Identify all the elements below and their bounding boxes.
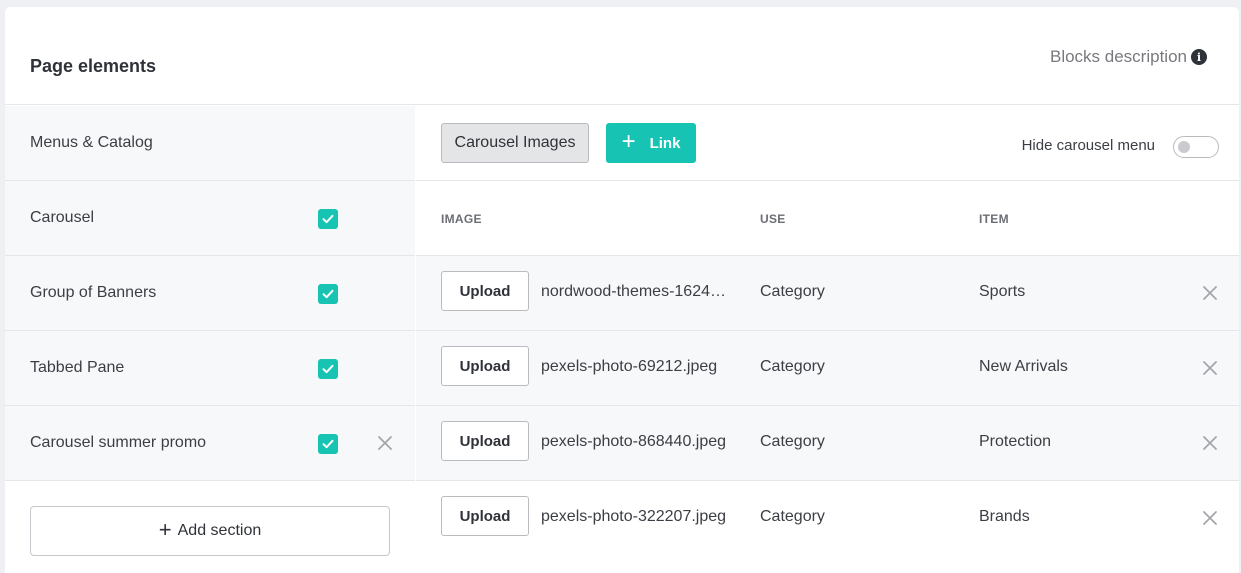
image-filename: pexels-photo-868440.jpeg (541, 433, 727, 450)
sidebar-item-menus-catalog[interactable]: Menus & Catalog (5, 106, 415, 181)
page-title: Page elements (30, 56, 157, 76)
table-row: Upload pexels-photo-868440.jpeg Category… (416, 406, 1239, 481)
section-checkbox[interactable] (318, 359, 338, 379)
close-icon[interactable] (376, 434, 394, 452)
table-row: Upload pexels-photo-69212.jpeg Category … (416, 331, 1239, 406)
sidebar-item-label: Group of Banners (30, 284, 157, 301)
sections-sidebar: Menus & Catalog Carousel Group of Banner… (5, 106, 415, 573)
column-header-use: USE (760, 212, 786, 226)
check-icon (322, 289, 334, 299)
item-value: Sports (979, 283, 1026, 300)
section-checkbox[interactable] (318, 434, 338, 454)
table-row: Upload pexels-photo-322207.jpeg Category… (416, 481, 1239, 556)
section-checkbox[interactable] (318, 209, 338, 229)
hide-carousel-menu-label: Hide carousel menu (1021, 137, 1155, 154)
hide-carousel-menu-toggle[interactable] (1173, 136, 1219, 158)
upload-button[interactable]: Upload (441, 346, 529, 386)
close-icon[interactable] (1201, 509, 1219, 527)
add-section-area: + Add section (5, 481, 415, 573)
close-icon[interactable] (1201, 284, 1219, 302)
section-checkbox[interactable] (318, 284, 338, 304)
blocks-description-link[interactable]: Blocks description i (1050, 47, 1207, 67)
sidebar-item-group-of-banners[interactable]: Group of Banners (5, 256, 415, 331)
image-filename: nordwood-themes-1624… (541, 283, 726, 300)
carousel-toolbar: Carousel Images + Link Hide carousel men… (416, 106, 1239, 181)
plus-icon: + (621, 128, 636, 155)
table-header: IMAGE USE ITEM (416, 181, 1239, 256)
card-header: Page elements Blocks description i (5, 7, 1239, 105)
carousel-images-button[interactable]: Carousel Images (441, 123, 589, 163)
carousel-editor: Carousel Images + Link Hide carousel men… (416, 106, 1239, 573)
check-icon (322, 214, 334, 224)
column-header-image: IMAGE (441, 212, 482, 226)
add-section-button[interactable]: + Add section (30, 506, 390, 556)
blocks-description-label: Blocks description (1049, 47, 1187, 66)
item-value: Brands (979, 508, 1030, 525)
sidebar-item-carousel-summer-promo[interactable]: Carousel summer promo (5, 406, 415, 481)
table-row: Upload nordwood-themes-1624… Category Sp… (416, 256, 1239, 331)
info-icon[interactable]: i (1191, 49, 1207, 65)
close-icon[interactable] (1201, 434, 1219, 452)
toggle-knob (1178, 141, 1190, 153)
column-header-item: ITEM (979, 212, 1009, 226)
check-icon (322, 364, 334, 374)
check-icon (322, 439, 334, 449)
use-value: Category (760, 358, 825, 375)
upload-button[interactable]: Upload (441, 271, 529, 311)
plus-icon: + (158, 517, 172, 542)
image-filename: pexels-photo-69212.jpeg (541, 358, 718, 375)
upload-button[interactable]: Upload (441, 421, 529, 461)
page-elements-card: Page elements Blocks description i Menus… (5, 7, 1239, 573)
sidebar-item-label: Carousel summer promo (30, 434, 207, 451)
item-value: Protection (979, 433, 1052, 450)
use-value: Category (760, 433, 825, 450)
sidebar-item-label: Carousel (30, 209, 95, 226)
add-link-button[interactable]: + Link (606, 123, 696, 163)
sidebar-item-tabbed-pane[interactable]: Tabbed Pane (5, 331, 415, 406)
upload-button[interactable]: Upload (441, 496, 529, 536)
image-filename: pexels-photo-322207.jpeg (541, 508, 727, 525)
close-icon[interactable] (1201, 359, 1219, 377)
add-section-label: Add section (177, 522, 262, 539)
sidebar-item-label: Tabbed Pane (30, 359, 125, 376)
use-value: Category (760, 283, 825, 300)
use-value: Category (760, 508, 825, 525)
sidebar-item-carousel[interactable]: Carousel (5, 181, 415, 256)
sidebar-item-label: Menus & Catalog (30, 134, 153, 151)
item-value: New Arrivals (979, 358, 1068, 375)
link-label: Link (649, 134, 681, 152)
